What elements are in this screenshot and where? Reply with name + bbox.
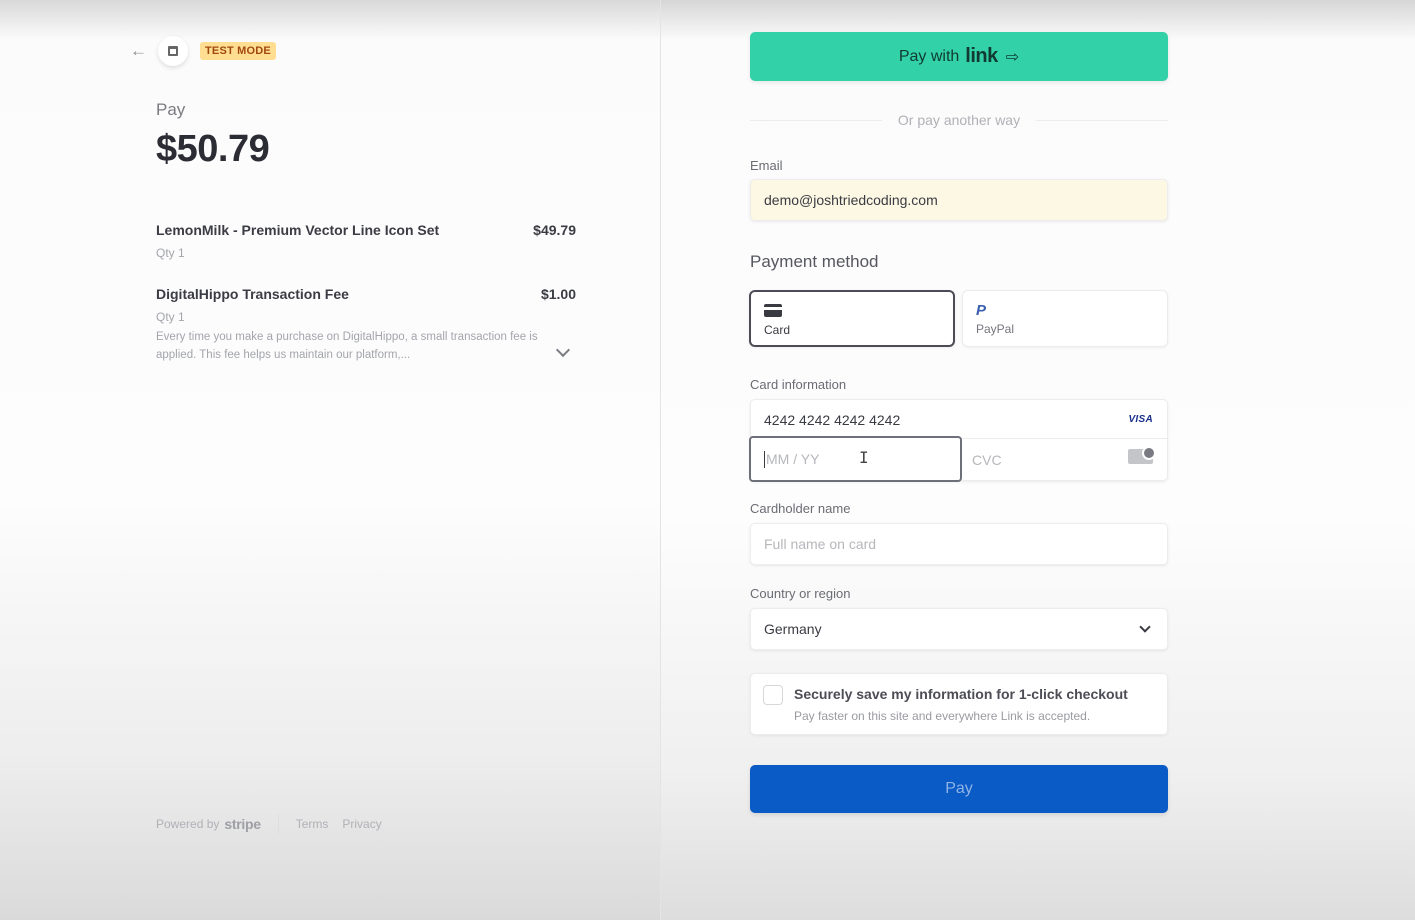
divider-text: Or pay another way bbox=[897, 112, 1021, 128]
cvc-card-icon bbox=[1128, 446, 1156, 464]
save-info-option: Securely save my information for 1-click… bbox=[750, 673, 1168, 735]
summary-header: ← TEST MODE bbox=[130, 36, 276, 66]
privacy-link[interactable]: Privacy bbox=[342, 817, 381, 831]
payment-method-title: Payment method bbox=[750, 252, 879, 271]
country-label: Country or region bbox=[750, 586, 851, 601]
divider-line bbox=[1036, 119, 1169, 121]
save-info-checkbox[interactable] bbox=[763, 685, 783, 705]
email-value: demo@joshtriedcoding.com bbox=[764, 192, 938, 208]
summary-footer: Powered by stripe Terms Privacy bbox=[156, 814, 396, 834]
test-mode-badge: TEST MODE bbox=[200, 42, 276, 60]
text-cursor-icon: I bbox=[859, 448, 869, 467]
save-info-subtitle: Pay faster on this site and everywhere L… bbox=[794, 709, 1091, 723]
line-item-price: $1.00 bbox=[540, 286, 576, 302]
pay-label: Pay bbox=[156, 100, 186, 119]
link-logo: link bbox=[965, 45, 998, 67]
country-value: Germany bbox=[764, 621, 822, 637]
cardholder-name-label: Cardholder name bbox=[750, 501, 851, 516]
tab-card[interactable]: Card bbox=[749, 290, 955, 347]
expiry-date-field[interactable]: MM / YY I bbox=[749, 436, 962, 482]
cardholder-placeholder: Full name on card bbox=[764, 536, 877, 552]
expiry-placeholder: MM / YY bbox=[766, 451, 820, 467]
total-amount: $50.79 bbox=[156, 128, 270, 170]
email-label: Email bbox=[750, 158, 783, 173]
divider-line bbox=[750, 119, 882, 121]
line-item: LemonMilk - Premium Vector Line Icon Set… bbox=[156, 222, 576, 260]
arrow-right-icon: ⇨ bbox=[1005, 48, 1020, 66]
card-information-label: Card information bbox=[750, 377, 847, 392]
pay-with-link-button[interactable]: Pay with link ⇨ bbox=[750, 32, 1168, 81]
card-information-group: 4242 4242 4242 4242 VISA MM / YY I CVC bbox=[749, 399, 1168, 482]
credit-card-icon bbox=[764, 304, 782, 317]
back-arrow-icon[interactable]: ← bbox=[130, 39, 150, 63]
save-info-title: Securely save my information for 1-click… bbox=[794, 686, 1128, 702]
cvc-field[interactable]: CVC bbox=[972, 452, 1002, 468]
line-item-qty: Qty 1 bbox=[156, 246, 185, 260]
tab-paypal[interactable]: P PayPal bbox=[962, 290, 1168, 347]
order-summary-pane bbox=[0, 0, 660, 920]
pay-another-way-divider: Or pay another way bbox=[750, 112, 1169, 128]
email-field[interactable]: demo@joshtriedcoding.com bbox=[750, 179, 1168, 221]
visa-icon: VISA bbox=[1128, 414, 1153, 425]
link-button-prefix: Pay with bbox=[898, 47, 960, 65]
line-item-qty: Qty 1 bbox=[156, 310, 185, 324]
paypal-icon: P bbox=[976, 302, 987, 319]
tab-paypal-label: PayPal bbox=[976, 322, 1015, 336]
card-number-field[interactable]: 4242 4242 4242 4242 bbox=[764, 412, 900, 428]
store-icon bbox=[158, 36, 188, 66]
tab-card-label: Card bbox=[764, 323, 791, 337]
chevron-down-icon bbox=[1139, 621, 1151, 633]
line-item-price: $49.79 bbox=[533, 222, 576, 238]
footer-divider bbox=[277, 814, 279, 834]
line-item-description: Every time you make a purchase on Digita… bbox=[156, 331, 538, 361]
country-select[interactable]: Germany bbox=[750, 608, 1168, 650]
stripe-logo[interactable]: stripe bbox=[224, 816, 261, 832]
pay-button[interactable]: Pay bbox=[750, 765, 1168, 813]
line-item: DigitalHippo Transaction Fee $1.00 Qty 1… bbox=[156, 286, 576, 364]
text-caret bbox=[764, 450, 765, 468]
powered-by-text: Powered by bbox=[156, 817, 220, 831]
line-item-name: LemonMilk - Premium Vector Line Icon Set bbox=[156, 222, 440, 238]
line-item-name: DigitalHippo Transaction Fee bbox=[156, 286, 349, 302]
terms-link[interactable]: Terms bbox=[296, 817, 329, 831]
cardholder-name-field[interactable]: Full name on card bbox=[750, 523, 1168, 565]
